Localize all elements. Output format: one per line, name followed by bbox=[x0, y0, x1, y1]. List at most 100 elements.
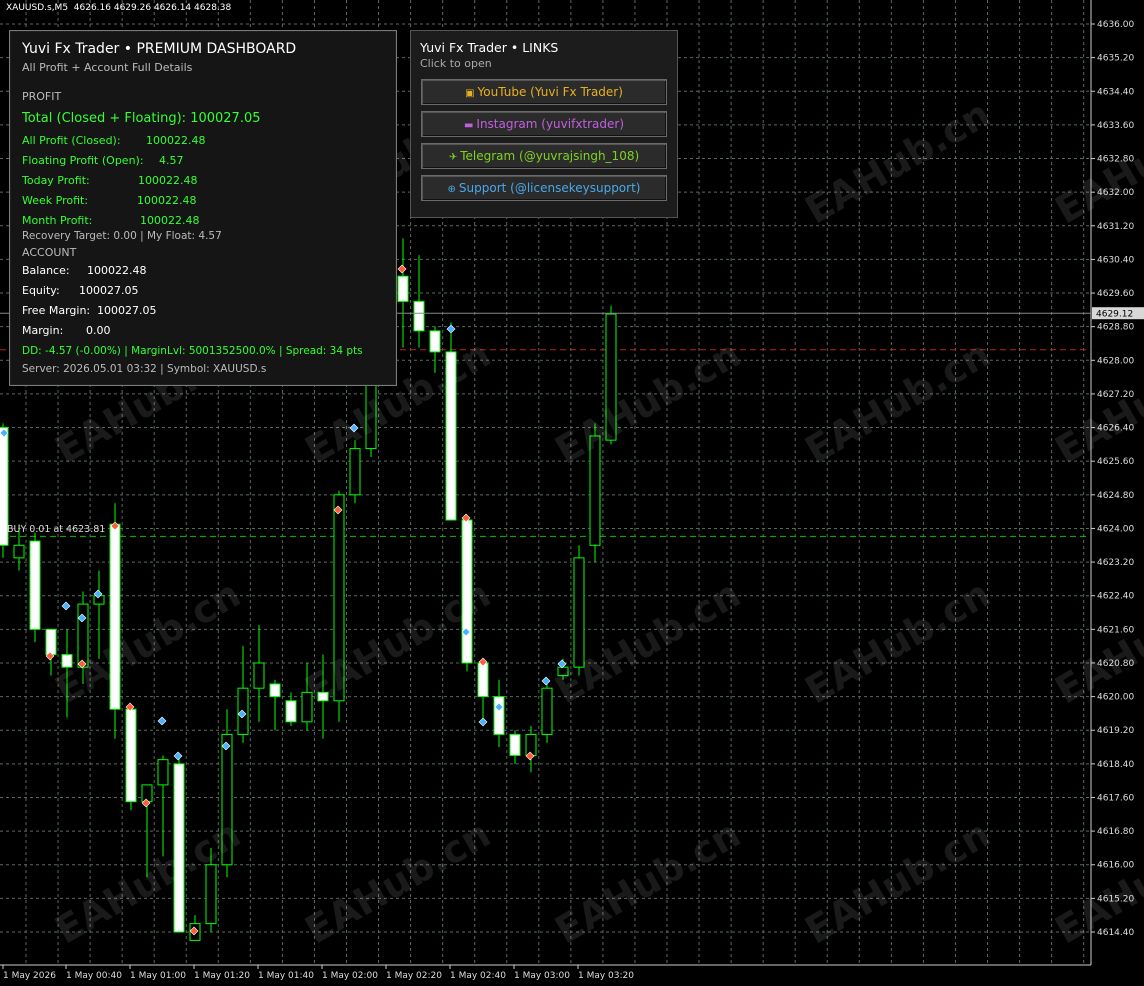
telegram-button-label: Telegram (@yuvrajsingh_108) bbox=[460, 149, 640, 163]
candle-bearish bbox=[173, 763, 185, 933]
profit-row-label: All Profit (Closed): bbox=[22, 134, 121, 147]
candle-bullish bbox=[157, 759, 169, 786]
profit-row-label: Today Profit: bbox=[22, 174, 90, 187]
trade-marker bbox=[61, 601, 71, 611]
candle-bullish bbox=[525, 733, 537, 756]
price-tick-label: 4631.20 bbox=[1097, 222, 1134, 232]
price-tick-label: 4616.00 bbox=[1097, 861, 1134, 871]
profit-row-label: Month Profit: bbox=[22, 214, 93, 227]
candle-bearish bbox=[269, 683, 281, 698]
price-tick-label: 4617.60 bbox=[1097, 793, 1134, 803]
price-tick-label: 4632.00 bbox=[1097, 188, 1134, 198]
price-tick-label: 4627.20 bbox=[1097, 390, 1134, 400]
price-tick-label: 4618.40 bbox=[1097, 760, 1134, 770]
account-row-value: 100027.05 bbox=[97, 304, 157, 317]
price-tick-label: 4615.20 bbox=[1097, 894, 1134, 904]
account-row-label: Free Margin: bbox=[22, 304, 91, 317]
candle-bearish bbox=[477, 662, 489, 698]
trade-marker bbox=[541, 676, 551, 686]
drawdown-line: DD: -4.57 (-0.00%) | MarginLvl: 50013525… bbox=[22, 345, 363, 357]
time-tick-label: 1 May 02:00 bbox=[322, 971, 378, 981]
instagram-button[interactable]: ▬ Instagram (yuvifxtrader) bbox=[421, 111, 667, 137]
price-tick-label: 4620.80 bbox=[1097, 659, 1134, 669]
time-tick-label: 1 May 01:40 bbox=[258, 971, 314, 981]
instagram-button-label: Instagram (yuvifxtrader) bbox=[476, 117, 625, 131]
profit-row-value: 100022.48 bbox=[138, 174, 198, 187]
profit-row-today: Today Profit: bbox=[22, 174, 90, 187]
profit-section-heading: PROFIT bbox=[22, 90, 62, 103]
support-button[interactable]: ⊕ Support (@licensekeysupport) bbox=[421, 175, 667, 201]
time-tick-label: 1 May 03:00 bbox=[514, 971, 570, 981]
profit-row-value: 100022.48 bbox=[137, 194, 197, 207]
profit-row-floating: Floating Profit (Open): bbox=[22, 154, 144, 167]
youtube-icon: ▣ bbox=[465, 88, 475, 99]
instagram-icon: ▬ bbox=[463, 120, 474, 131]
candle-bullish bbox=[77, 603, 89, 668]
account-row-value: 100022.48 bbox=[87, 264, 147, 277]
price-tick-label: 4622.40 bbox=[1097, 592, 1134, 602]
candle-bullish bbox=[589, 435, 601, 546]
candle-bearish bbox=[29, 540, 41, 630]
candle-bullish bbox=[205, 864, 217, 925]
trade-marker bbox=[446, 324, 456, 334]
symbol-name: XAUUSD.s,M5 bbox=[6, 3, 69, 13]
links-title: Yuvi Fx Trader • LINKS bbox=[420, 40, 559, 55]
trade-marker bbox=[397, 264, 407, 274]
candle-bullish bbox=[349, 448, 361, 496]
profit-row-month: Month Profit: bbox=[22, 214, 92, 227]
candle-bearish bbox=[445, 351, 457, 521]
candle-bearish bbox=[413, 300, 425, 332]
account-row-value: 100027.05 bbox=[79, 284, 139, 297]
candle-bullish bbox=[541, 687, 553, 735]
price-tick-label: 4626.40 bbox=[1097, 424, 1134, 434]
trade-marker bbox=[349, 423, 359, 433]
price-tick-label: 4625.60 bbox=[1097, 457, 1134, 467]
profit-row-closed: All Profit (Closed): bbox=[22, 134, 121, 147]
account-row-label: Balance: bbox=[22, 264, 70, 277]
price-tick-label: 4614.40 bbox=[1097, 928, 1134, 938]
account-row-value: 0.00 bbox=[86, 324, 111, 337]
trade-marker bbox=[478, 717, 488, 727]
price-tick-label: 4619.20 bbox=[1097, 726, 1134, 736]
price-tick-label: 4628.00 bbox=[1097, 356, 1134, 366]
candle-bearish bbox=[509, 733, 521, 756]
current-price-label: 4629.12 bbox=[1096, 310, 1133, 320]
candle-bullish bbox=[333, 494, 345, 702]
profit-row-value: 4.57 bbox=[159, 154, 184, 167]
links-panel: Yuvi Fx Trader • LINKS Click to open ▣ Yo… bbox=[410, 30, 678, 218]
account-section-heading: ACCOUNT bbox=[22, 246, 77, 259]
price-tick-label: 4621.60 bbox=[1097, 625, 1134, 635]
price-tick-label: 4624.00 bbox=[1097, 524, 1134, 534]
candle-bullish bbox=[301, 691, 313, 723]
price-tick-label: 4636.00 bbox=[1097, 20, 1134, 30]
profit-row-value: 100022.48 bbox=[140, 214, 200, 227]
dashboard-title: Yuvi Fx Trader • PREMIUM DASHBOARD bbox=[22, 41, 297, 57]
profit-row-value: 100022.48 bbox=[146, 134, 206, 147]
telegram-button[interactable]: ✈ Telegram (@yuvrajsingh_108) bbox=[421, 143, 667, 169]
candle-bullish bbox=[13, 544, 25, 559]
youtube-button[interactable]: ▣ YouTube (Yuvi Fx Trader) bbox=[421, 79, 667, 105]
youtube-button-label: YouTube (Yuvi Fx Trader) bbox=[477, 85, 623, 99]
support-icon: ⊕ bbox=[447, 184, 456, 195]
time-tick-label: 1 May 03:20 bbox=[578, 971, 634, 981]
recovery-line: Recovery Target: 0.00 | My Float: 4.57 bbox=[22, 230, 222, 242]
price-tick-label: 4616.80 bbox=[1097, 827, 1134, 837]
candle-bullish bbox=[221, 733, 233, 866]
candle-bearish bbox=[317, 691, 329, 702]
price-tick-label: 4633.60 bbox=[1097, 121, 1134, 131]
price-tick-label: 4628.80 bbox=[1097, 323, 1134, 333]
price-tick-label: 4632.80 bbox=[1097, 155, 1134, 165]
account-row-label: Margin: bbox=[22, 324, 64, 337]
premium-dashboard-panel: Yuvi Fx Trader • PREMIUM DASHBOARD All P… bbox=[9, 30, 397, 386]
total-profit-value: 100027.05 bbox=[190, 111, 261, 126]
price-tick-label: 4623.20 bbox=[1097, 558, 1134, 568]
candle-bullish bbox=[253, 662, 265, 689]
support-button-label: Support (@licensekeysupport) bbox=[458, 181, 641, 195]
candle-bearish bbox=[125, 708, 137, 803]
time-tick-label: 1 May 2026 bbox=[3, 971, 56, 981]
symbol-ohlc-header: XAUUSD.s,M5 4626.16 4629.26 4626.14 4628… bbox=[6, 3, 231, 13]
total-profit-row: Total (Closed + Floating): 100027.05 bbox=[22, 111, 261, 126]
price-tick-label: 4634.40 bbox=[1097, 87, 1134, 97]
time-tick-label: 1 May 02:40 bbox=[450, 971, 506, 981]
price-tick-label: 4629.60 bbox=[1097, 289, 1134, 299]
